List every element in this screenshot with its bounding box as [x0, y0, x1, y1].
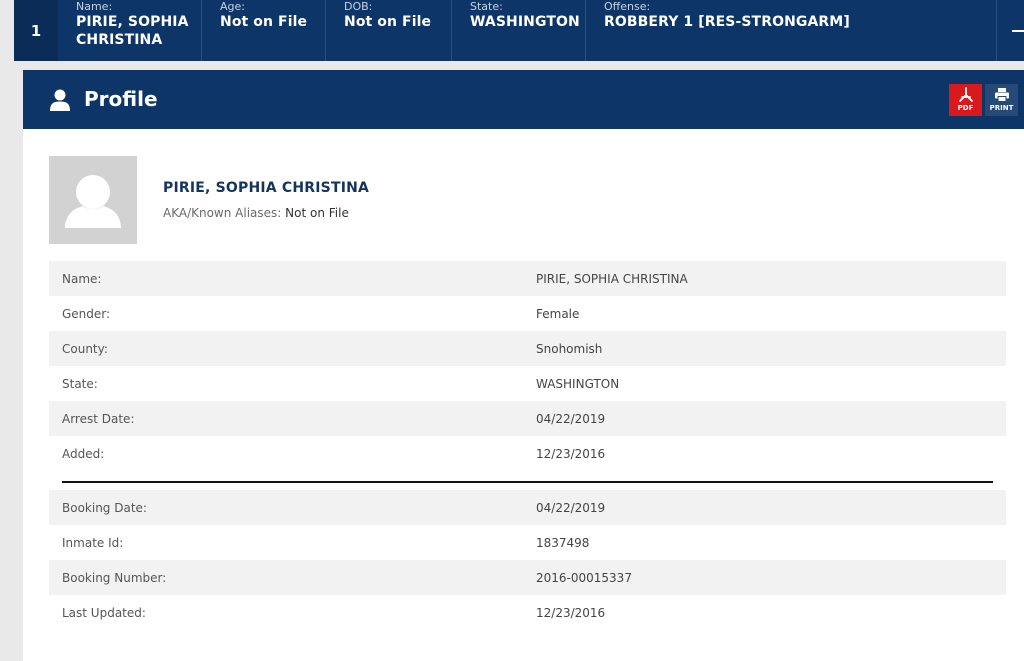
table-row: County: Snohomish — [49, 331, 1006, 366]
summary-age: Age: Not on File — [202, 0, 326, 61]
table-row: Inmate Id: 1837498 — [49, 525, 1006, 560]
summary-age-value: Not on File — [220, 14, 308, 30]
row-value: PIRIE, SOPHIA CHRISTINA — [536, 271, 688, 286]
table-row: Last Updated: 12/23/2016 — [49, 595, 1006, 630]
pdf-icon — [958, 87, 973, 102]
table-row: Added: 12/23/2016 — [49, 436, 1006, 471]
avatar — [49, 156, 137, 244]
person-name: PIRIE, SOPHIA CHRISTINA — [163, 180, 370, 196]
row-key: Gender: — [62, 306, 111, 321]
row-value: 04/22/2019 — [536, 411, 606, 426]
row-value: Snohomish — [536, 341, 603, 356]
row-value: 04/22/2019 — [536, 500, 606, 515]
row-key: County: — [62, 341, 108, 356]
summary-age-label: Age: — [220, 0, 245, 13]
row-value: 12/23/2016 — [536, 446, 606, 461]
aka-line: AKA/Known Aliases: Not on File — [163, 206, 349, 220]
collapse-button[interactable] — [996, 0, 1024, 61]
profile-details-table: Name: PIRIE, SOPHIA CHRISTINA Gender: Fema… — [49, 261, 1006, 630]
table-row: Booking Date: 04/22/2019 — [49, 490, 1006, 525]
table-row: State: WASHINGTON — [49, 366, 1006, 401]
summary-offense-value: ROBBERY 1 [RES-STRONGARM] — [604, 14, 850, 30]
row-value: WASHINGTON — [536, 376, 620, 391]
table-row: Name: PIRIE, SOPHIA CHRISTINA — [49, 261, 1006, 296]
aka-label: AKA/Known Aliases: — [163, 206, 282, 220]
summary-dob-label: DOB: — [344, 0, 373, 13]
avatar-placeholder-icon — [65, 175, 121, 228]
page-title: Profile — [84, 87, 158, 111]
summary-state-label: State: — [470, 0, 503, 13]
minus-icon — [1012, 30, 1024, 32]
row-key: Arrest Date: — [62, 411, 135, 426]
row-key: Booking Number: — [62, 570, 167, 585]
pdf-button[interactable]: PDF — [949, 84, 982, 116]
record-summary-bar[interactable]: 1 Name: PIRIE, SOPHIA CHRISTINA Age: Not… — [14, 0, 1024, 61]
aka-value: Not on File — [285, 206, 349, 220]
summary-state: State: WASHINGTON — [452, 0, 586, 61]
user-icon — [50, 89, 70, 111]
print-button[interactable]: PRINT — [985, 84, 1018, 116]
summary-name-label: Name: — [76, 0, 113, 13]
row-value: 12/23/2016 — [536, 605, 606, 620]
table-row: Booking Number: 2016-00015337 — [49, 560, 1006, 595]
summary-dob: DOB: Not on File — [326, 0, 452, 61]
row-value: 1837498 — [536, 535, 590, 550]
print-button-label: PRINT — [989, 104, 1014, 112]
profile-panel: Profile PDF PRINT PIRIE, SOPHIA CHRISTIN… — [23, 70, 1024, 661]
row-value: Female — [536, 306, 580, 321]
table-row: Gender: Female — [49, 296, 1006, 331]
row-key: Last Updated: — [62, 605, 146, 620]
pdf-button-label: PDF — [957, 104, 974, 112]
row-key: State: — [62, 376, 98, 391]
row-value: 2016-00015337 — [536, 570, 632, 585]
summary-state-value: WASHINGTON — [470, 14, 580, 30]
summary-dob-value: Not on File — [344, 14, 432, 30]
row-key: Booking Date: — [62, 500, 147, 515]
section-divider — [49, 471, 1006, 490]
summary-offense-label: Offense: — [604, 0, 651, 13]
summary-name-value: PIRIE, SOPHIA CHRISTINA — [76, 14, 189, 48]
row-key: Name: — [62, 271, 102, 286]
summary-name: Name: PIRIE, SOPHIA CHRISTINA — [58, 0, 202, 61]
row-key: Inmate Id: — [62, 535, 124, 550]
table-row: Arrest Date: 04/22/2019 — [49, 401, 1006, 436]
printer-icon — [994, 88, 1009, 102]
profile-header: Profile PDF PRINT — [23, 70, 1024, 129]
summary-offense: Offense: ROBBERY 1 [RES-STRONGARM] — [586, 0, 996, 61]
record-index: 1 — [14, 0, 58, 61]
row-key: Added: — [62, 446, 105, 461]
